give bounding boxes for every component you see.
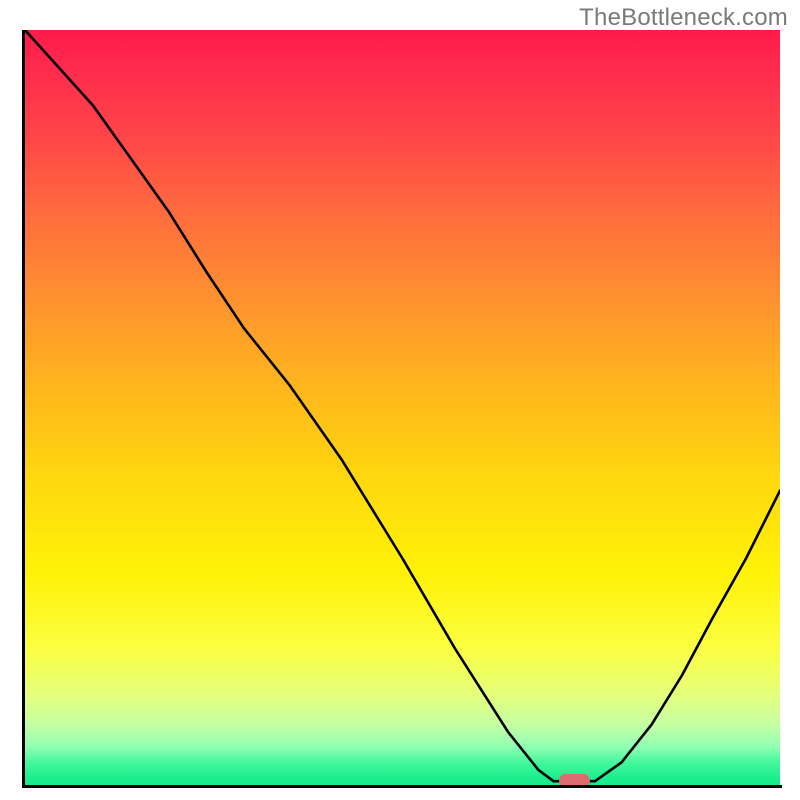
x-axis [22,785,782,788]
chart-container: TheBottleneck.com [0,0,800,800]
plot-area [25,30,780,785]
watermark-label: TheBottleneck.com [579,4,788,32]
bottleneck-curve [25,30,780,785]
y-axis [22,30,25,788]
